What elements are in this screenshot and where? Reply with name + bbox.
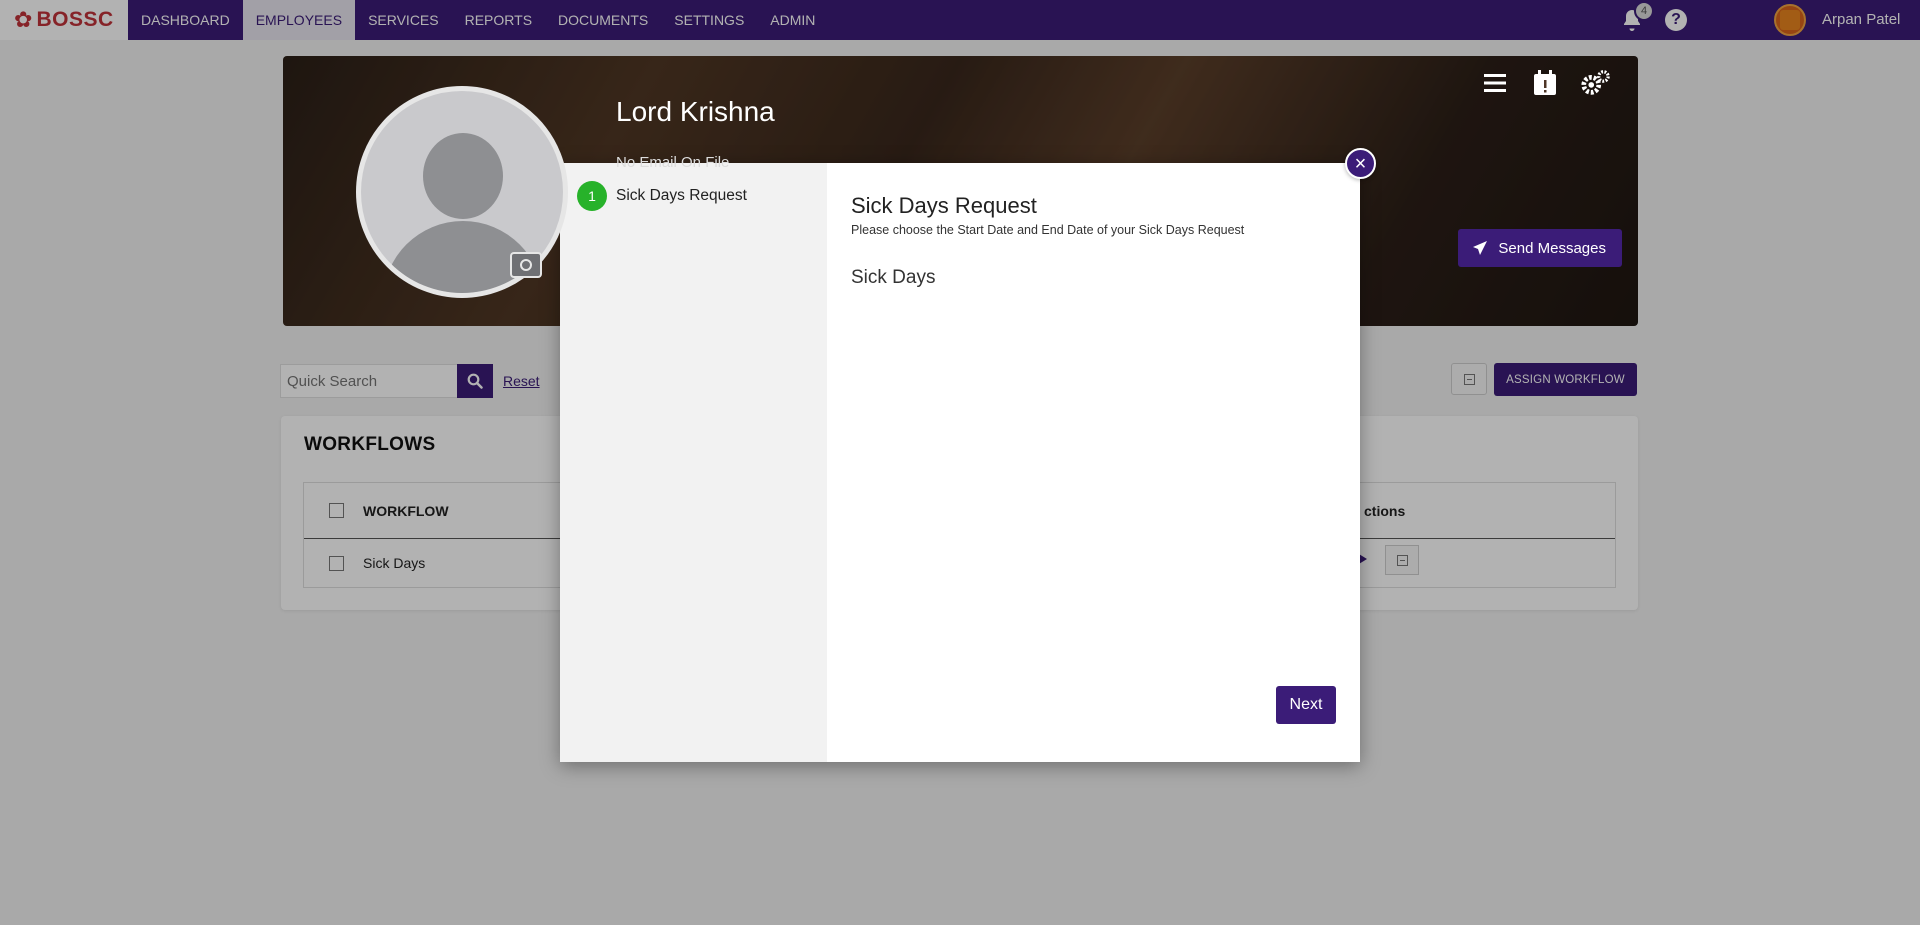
step-number-badge: 1 [577,181,607,211]
close-icon[interactable]: × [1345,148,1376,179]
modal-section-title: Sick Days [851,267,936,288]
camera-icon[interactable] [510,252,542,278]
send-messages-label: Send Messages [1498,239,1606,257]
employee-name: Lord Krishna [616,96,775,127]
modal-steps-sidebar: 1 Sick Days Request [560,163,827,762]
send-messages-button[interactable]: Send Messages [1458,229,1622,267]
settings-gears-icon[interactable] [1580,68,1610,98]
next-button[interactable]: Next [1276,686,1336,724]
banner-toolbar [1480,68,1610,98]
menu-icon[interactable] [1480,68,1510,98]
modal-title: Sick Days Request [851,193,1037,218]
calendar-alert-icon[interactable] [1530,68,1560,98]
email-status: No Email On File [616,154,730,171]
paper-plane-icon [1473,241,1488,255]
sick-days-request-modal: 1 Sick Days Request Sick Days Request Pl… [560,163,1360,762]
step-label[interactable]: Sick Days Request [616,187,747,205]
modal-subtitle: Please choose the Start Date and End Dat… [851,223,1245,237]
